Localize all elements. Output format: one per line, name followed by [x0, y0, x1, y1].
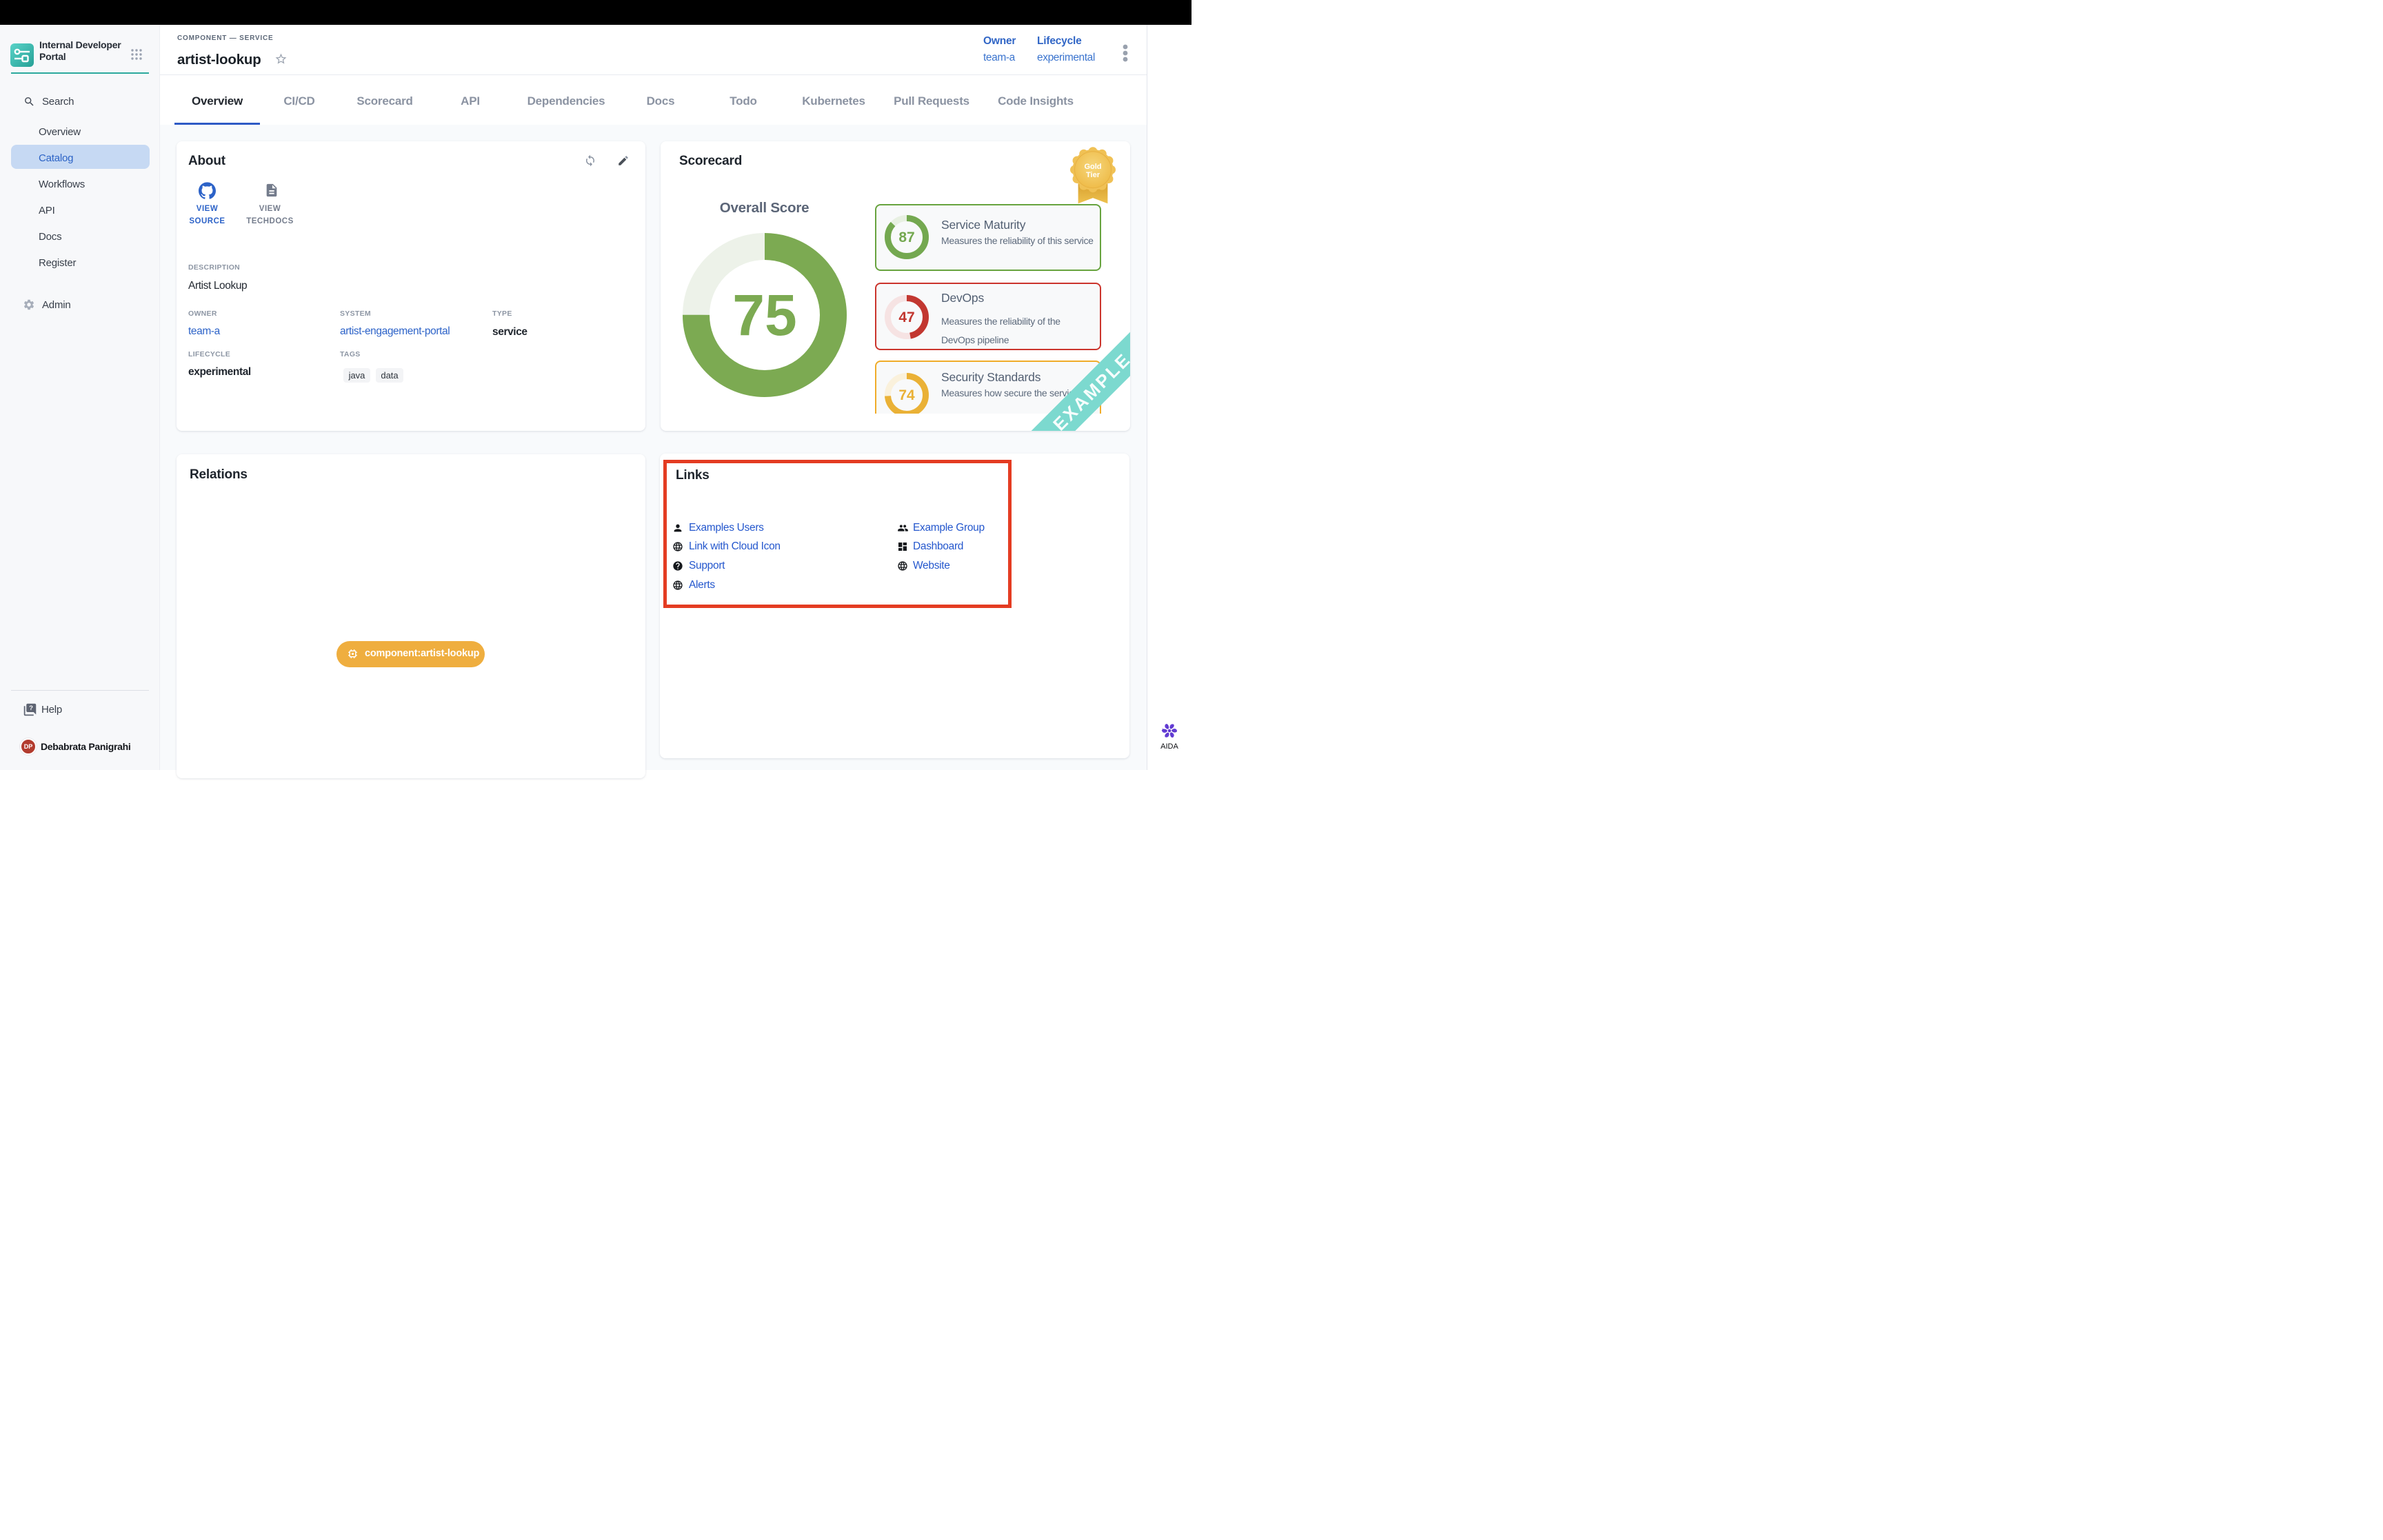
- svg-text:?: ?: [29, 705, 33, 712]
- svg-text:47: 47: [898, 310, 914, 325]
- svg-text:Gold: Gold: [1084, 163, 1101, 171]
- svg-text:87: 87: [898, 230, 914, 245]
- svg-text:74: 74: [898, 387, 915, 403]
- svg-text:Tier: Tier: [1086, 171, 1100, 179]
